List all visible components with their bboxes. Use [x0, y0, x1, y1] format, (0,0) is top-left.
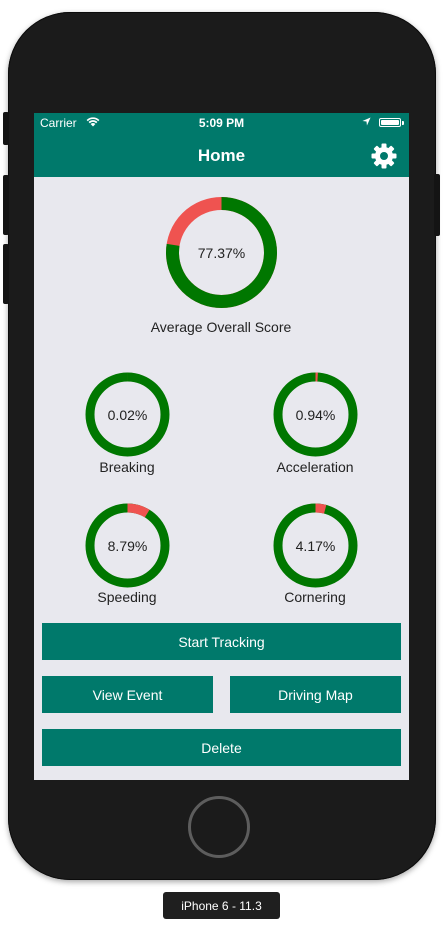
delete-button[interactable]: Delete: [42, 729, 401, 766]
speeding-value: 8.79%: [107, 537, 148, 554]
clock: 5:09 PM: [198, 116, 245, 130]
location-arrow-icon: [362, 117, 371, 126]
driving-map-button[interactable]: Driving Map: [230, 676, 401, 713]
home-button[interactable]: [188, 796, 250, 858]
navigation-bar: Carrier 5:09 PM Home: [34, 113, 409, 177]
battery-icon: [379, 118, 401, 127]
volume-up-button: [3, 175, 9, 235]
speeding-label: Speeding: [97, 589, 157, 605]
cornering-label: Cornering: [284, 589, 346, 605]
page-title: Home: [197, 146, 246, 165]
overall-score-label: Average Overall Score: [150, 319, 292, 335]
device-label: iPhone 6 - 11.3: [163, 892, 280, 919]
status-bar: Carrier 5:09 PM: [34, 113, 409, 133]
battery-tip: [402, 121, 404, 125]
app-screen: Carrier 5:09 PM Home 77.37% Average Over…: [34, 113, 409, 780]
volume-down-button: [3, 244, 9, 304]
mute-switch: [3, 112, 9, 145]
acceleration-ring: 0.94%: [273, 372, 358, 457]
breaking-ring: 0.02%: [85, 372, 170, 457]
power-button: [434, 174, 440, 236]
speeding-ring: 8.79%: [85, 503, 170, 588]
overall-score-ring: 77.37%: [165, 196, 278, 309]
view-event-button[interactable]: View Event: [42, 676, 213, 713]
gear-icon[interactable]: [371, 143, 397, 169]
overall-score-value: 77.37%: [197, 244, 246, 261]
acceleration-value: 0.94%: [295, 406, 336, 423]
cornering-value: 4.17%: [295, 537, 336, 554]
start-tracking-button[interactable]: Start Tracking: [42, 623, 401, 660]
breaking-value: 0.02%: [107, 406, 148, 423]
acceleration-label: Acceleration: [276, 459, 354, 475]
breaking-label: Breaking: [99, 459, 155, 475]
cornering-ring: 4.17%: [273, 503, 358, 588]
